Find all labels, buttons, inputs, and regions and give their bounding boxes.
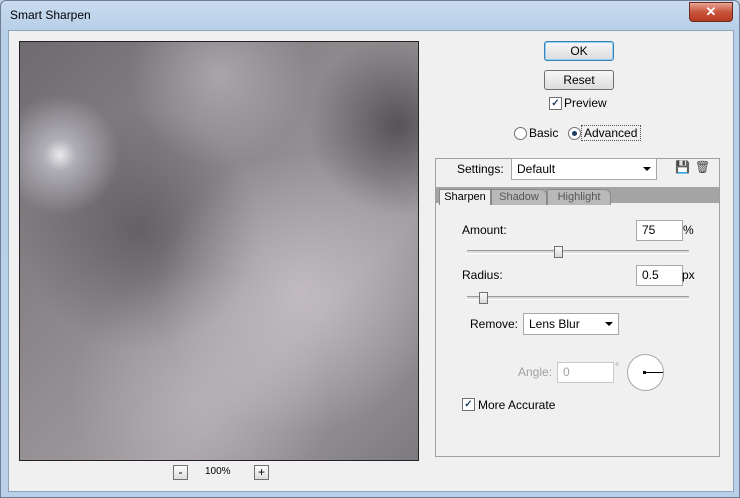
preview-image[interactable] <box>19 41 419 461</box>
amount-label: Amount: <box>462 223 507 237</box>
title-bar: Smart Sharpen ✕ <box>1 1 739 31</box>
radius-slider-thumb[interactable] <box>478 292 488 304</box>
angle-dial[interactable] <box>627 354 664 391</box>
angle-dial-needle <box>645 372 663 373</box>
preview-label: Preview <box>564 96 607 110</box>
remove-value: Lens Blur <box>529 317 580 331</box>
more-accurate-label: More Accurate <box>478 398 556 412</box>
tab-highlight[interactable]: Highlight <box>547 189 611 205</box>
radius-input[interactable]: 0.5 <box>636 265 683 286</box>
save-settings-icon[interactable]: 💾 <box>675 160 690 174</box>
zoom-out-button[interactable]: - <box>173 465 188 480</box>
amount-input[interactable]: 75 <box>636 220 683 241</box>
amount-slider-thumb[interactable] <box>554 246 564 258</box>
smart-sharpen-dialog: Smart Sharpen ✕ - 100% + OK Reset ✓ Prev… <box>0 0 740 498</box>
reset-button[interactable]: Reset <box>544 70 614 90</box>
angle-unit: ° <box>615 362 619 373</box>
remove-label: Remove: <box>470 317 519 331</box>
dialog-body: - 100% + OK Reset ✓ Preview Basic Advanc… <box>8 30 734 492</box>
close-button[interactable]: ✕ <box>689 2 733 22</box>
remove-dropdown[interactable]: Lens Blur <box>523 313 619 335</box>
preview-checkbox[interactable]: ✓ <box>549 97 562 110</box>
radius-label: Radius: <box>462 268 503 282</box>
zoom-level: 100% <box>205 466 231 477</box>
chevron-down-icon <box>605 322 613 326</box>
tab-sharpen[interactable]: Sharpen <box>439 189 491 205</box>
settings-label: Settings: <box>457 162 504 176</box>
ok-button[interactable]: OK <box>544 41 614 61</box>
settings-dropdown[interactable]: Default <box>511 158 657 180</box>
chevron-down-icon <box>643 167 651 171</box>
angle-input[interactable]: 0 <box>557 362 614 383</box>
trash-icon[interactable]: 🗑 <box>695 160 710 174</box>
angle-dial-center <box>643 371 646 374</box>
amount-unit: % <box>683 223 694 237</box>
settings-value: Default <box>517 162 556 176</box>
advanced-radio[interactable] <box>568 127 581 140</box>
radius-slider-track[interactable] <box>467 296 689 300</box>
angle-label: Angle: <box>518 365 553 379</box>
tab-shadow[interactable]: Shadow <box>491 189 547 205</box>
more-accurate-checkbox[interactable]: ✓ <box>462 398 475 411</box>
zoom-in-button[interactable]: + <box>254 465 269 480</box>
basic-radio[interactable] <box>514 127 527 140</box>
window-title: Smart Sharpen <box>10 8 91 22</box>
radius-unit: px <box>682 268 695 282</box>
advanced-label: Advanced <box>584 126 638 140</box>
amount-slider-track[interactable] <box>467 250 689 254</box>
basic-label: Basic <box>529 126 559 140</box>
